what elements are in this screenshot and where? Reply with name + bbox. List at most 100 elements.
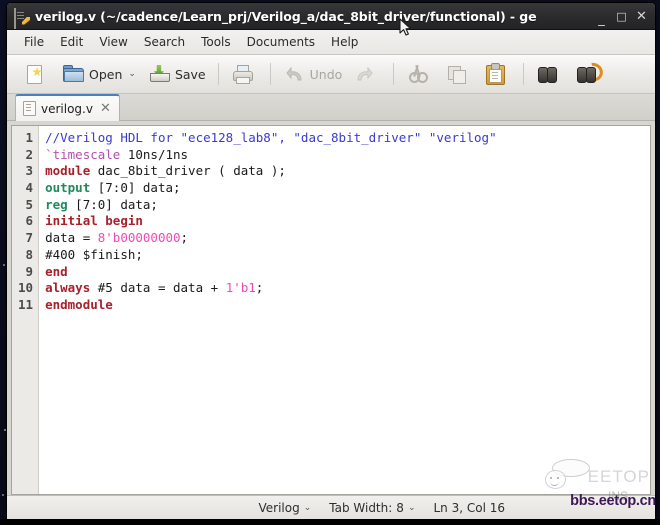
code-token-plain: [7:0] data; bbox=[67, 196, 158, 212]
maximize-button[interactable]: □ bbox=[616, 11, 627, 22]
language-label: Verilog bbox=[258, 501, 300, 515]
line-number: 3 bbox=[25, 163, 34, 179]
redo-button[interactable] bbox=[348, 59, 387, 89]
code-line[interactable]: always #5 data = data + 1'b1; bbox=[45, 280, 650, 297]
code-line[interactable]: endmodule bbox=[45, 297, 650, 314]
line-number: 4 bbox=[25, 180, 34, 196]
menu-item-edit[interactable]: Edit bbox=[52, 33, 91, 51]
code-line[interactable]: end bbox=[45, 264, 650, 281]
code-token-plain: #5 data = data + bbox=[90, 280, 226, 296]
clipboard-paste-icon bbox=[484, 63, 506, 85]
open-folder-icon bbox=[62, 63, 84, 85]
chevron-down-icon: ⌄ bbox=[407, 503, 416, 513]
undo-arrow-icon bbox=[283, 63, 305, 85]
code-token-type: output bbox=[45, 180, 91, 196]
code-token-keyword: module bbox=[45, 163, 91, 179]
source-code-area[interactable]: //Verilog HDL for "ece128_lab8", "dac_8b… bbox=[39, 126, 650, 494]
screen-bottom-edge bbox=[0, 519, 660, 525]
toolbar-separator bbox=[393, 63, 395, 85]
gedit-window: verilog.v (~/cadence/Learn_prj/Verilog_a… bbox=[6, 2, 656, 521]
print-button[interactable] bbox=[225, 59, 264, 89]
open-label: Open bbox=[89, 66, 123, 82]
binoculars-icon bbox=[536, 63, 558, 85]
code-line[interactable]: data = 8'b00000000; bbox=[45, 230, 650, 247]
paste-button[interactable] bbox=[478, 59, 517, 89]
undo-label: Undo bbox=[309, 66, 343, 82]
print-icon bbox=[231, 63, 253, 85]
code-token-type: reg bbox=[45, 196, 68, 212]
cursor-position: Ln 3, Col 16 bbox=[433, 501, 505, 515]
line-number: 6 bbox=[25, 213, 34, 229]
language-selector[interactable]: Verilog ⌄ bbox=[258, 501, 311, 515]
tab-width-value: 8 bbox=[396, 501, 404, 515]
code-line[interactable]: //Verilog HDL for "ece128_lab8", "dac_8b… bbox=[45, 130, 650, 147]
code-token-keyword: always bbox=[45, 280, 91, 296]
line-number: 11 bbox=[18, 296, 34, 312]
code-line[interactable]: initial begin bbox=[45, 213, 650, 230]
menu-item-file[interactable]: File bbox=[16, 33, 52, 51]
code-line[interactable]: reg [7:0] data; bbox=[45, 197, 650, 214]
open-button[interactable]: Open ⌄ bbox=[56, 59, 142, 89]
minimize-button[interactable]: _ bbox=[596, 13, 607, 26]
tab-width-selector[interactable]: Tab Width: 8 ⌄ bbox=[329, 501, 415, 515]
line-number: 5 bbox=[25, 196, 34, 212]
code-line[interactable]: output [7:0] data; bbox=[45, 180, 650, 197]
text-editor[interactable]: 1 2 3 4 5 6 7 8 9 10 11 //Verilog HDL for "ece128_… bbox=[11, 125, 651, 495]
close-button[interactable]: ✕ bbox=[636, 10, 647, 23]
code-token-keyword: initial begin bbox=[45, 213, 143, 229]
code-token-plain: [7:0] data; bbox=[90, 180, 181, 196]
save-label: Save bbox=[174, 66, 206, 82]
tab-close-icon[interactable]: ✕ bbox=[100, 102, 111, 115]
line-number: 7 bbox=[25, 230, 34, 246]
find-replace-button[interactable] bbox=[569, 59, 608, 89]
code-token-plain: ; bbox=[180, 230, 189, 246]
code-token-directive: `timescale bbox=[45, 146, 121, 162]
menu-item-help[interactable]: Help bbox=[323, 33, 366, 51]
menu-item-search[interactable]: Search bbox=[136, 33, 193, 51]
menu-item-documents[interactable]: Documents bbox=[239, 33, 323, 51]
toolbar-separator bbox=[217, 63, 219, 85]
code-token-number: 8'b00000000 bbox=[97, 230, 181, 246]
chevron-down-icon: ⌄ bbox=[303, 503, 312, 513]
code-line[interactable]: module dac_8bit_driver ( data ); bbox=[45, 163, 650, 180]
chevron-down-icon[interactable]: ⌄ bbox=[128, 69, 136, 79]
new-document-icon bbox=[23, 63, 45, 85]
editor-container: 1 2 3 4 5 6 7 8 9 10 11 //Verilog HDL for "ece128_… bbox=[7, 121, 655, 495]
code-line[interactable]: #400 $finish; bbox=[45, 247, 650, 264]
document-pencil-icon bbox=[14, 7, 30, 29]
save-icon bbox=[148, 63, 170, 85]
code-token-comment: //Verilog HDL for "ece128_lab8", "dac_8b… bbox=[45, 130, 497, 145]
code-token-plain: 10ns/1ns bbox=[120, 146, 189, 162]
copy-button[interactable] bbox=[439, 59, 478, 89]
window-title: verilog.v (~/cadence/Learn_prj/Verilog_a… bbox=[35, 8, 537, 24]
code-token-plain: data = bbox=[45, 230, 98, 246]
line-number: 10 bbox=[18, 280, 34, 296]
find-button[interactable] bbox=[530, 59, 569, 89]
code-token-number: 1'b1 bbox=[225, 280, 256, 296]
menu-item-view[interactable]: View bbox=[91, 33, 135, 51]
toolbar-separator bbox=[523, 63, 525, 85]
line-number: 8 bbox=[25, 246, 34, 262]
code-token-keyword: endmodule bbox=[45, 296, 113, 312]
undo-button[interactable]: Undo bbox=[277, 59, 349, 89]
menu-item-tools[interactable]: Tools bbox=[193, 33, 239, 51]
tab-verilog-v[interactable]: verilog.v ✕ bbox=[15, 94, 120, 121]
document-icon bbox=[23, 101, 36, 116]
status-bar: Verilog ⌄ Tab Width: 8 ⌄ Ln 3, Col 16 bbox=[7, 495, 655, 520]
toolbar-separator bbox=[269, 63, 271, 85]
code-token-plain: dac_8bit_driver ( data ); bbox=[90, 163, 286, 179]
line-number: 9 bbox=[25, 263, 34, 279]
save-button[interactable]: Save bbox=[142, 59, 212, 89]
menu-bar: File Edit View Search Tools Documents He… bbox=[7, 30, 655, 55]
copy-icon bbox=[445, 63, 467, 85]
find-replace-icon bbox=[575, 59, 607, 85]
code-line[interactable]: `timescale 10ns/1ns bbox=[45, 147, 650, 164]
toolbar: Open ⌄ Save Undo bbox=[7, 55, 655, 94]
line-number-gutter: 1 2 3 4 5 6 7 8 9 10 11 bbox=[12, 126, 40, 494]
scissors-icon bbox=[406, 63, 429, 85]
tab-width-label: Tab Width: bbox=[329, 501, 393, 515]
code-token-plain: #400 $finish; bbox=[45, 246, 143, 262]
cut-button[interactable] bbox=[400, 59, 439, 89]
tab-label: verilog.v bbox=[41, 101, 93, 116]
new-document-button[interactable] bbox=[17, 59, 56, 89]
